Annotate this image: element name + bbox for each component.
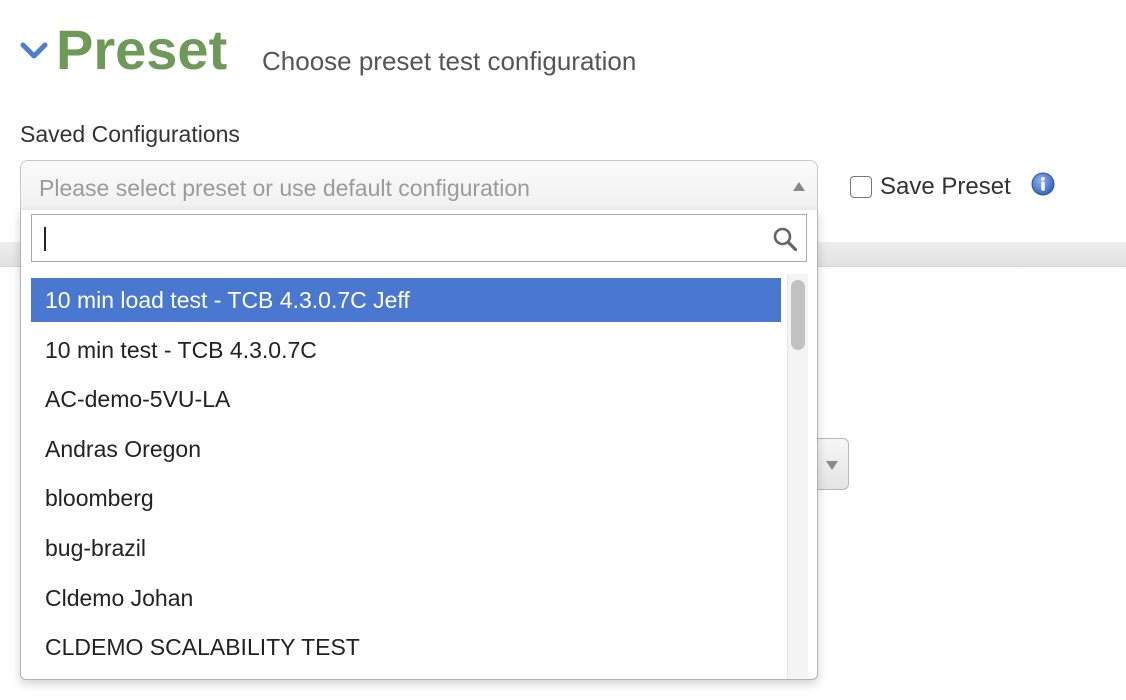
saved-configurations-label: Saved Configurations <box>20 121 240 147</box>
dropdown-search-input[interactable] <box>32 215 762 261</box>
save-preset-label: Save Preset <box>880 173 1011 200</box>
list-item[interactable]: bug-brazil <box>31 526 781 570</box>
save-preset-checkbox[interactable] <box>850 176 872 198</box>
list-item[interactable]: 10 min load test - TCB 4.3.0.7C Jeff <box>31 278 781 322</box>
preset-page: Preset Choose preset test configuration … <box>0 0 1126 700</box>
dropdown-options-list: 10 min load test - TCB 4.3.0.7C Jeff 10 … <box>31 278 781 679</box>
list-item[interactable]: Andras Oregon <box>31 427 781 471</box>
dropdown-search-box[interactable] <box>31 214 807 262</box>
list-item[interactable]: bloomberg <box>31 476 781 520</box>
scrollbar-thumb[interactable] <box>791 280 805 350</box>
chevron-down-icon[interactable] <box>18 36 50 66</box>
configurations-dropdown: 10 min load test - TCB 4.3.0.7C Jeff 10 … <box>20 210 818 680</box>
caret-up-icon <box>793 182 805 191</box>
text-cursor <box>44 227 46 251</box>
save-preset-control[interactable]: Save Preset <box>850 170 1011 204</box>
list-item[interactable]: AC-demo-5VU-LA <box>31 377 781 421</box>
dropdown-scrollbar[interactable] <box>787 274 808 679</box>
page-title: Preset <box>56 18 228 81</box>
list-item[interactable]: Cldemo Johan <box>31 576 781 620</box>
caret-down-icon <box>826 461 838 470</box>
page-subtitle: Choose preset test configuration <box>262 46 637 76</box>
search-icon <box>773 227 798 252</box>
list-item[interactable]: CLDEMO SCALABILITY TEST <box>31 625 781 669</box>
list-item[interactable]: 10 min test - TCB 4.3.0.7C <box>31 328 781 372</box>
saved-configurations-select[interactable]: Please select preset or use default conf… <box>20 160 818 210</box>
info-icon[interactable] <box>1031 172 1055 196</box>
select-placeholder: Please select preset or use default conf… <box>39 175 530 201</box>
